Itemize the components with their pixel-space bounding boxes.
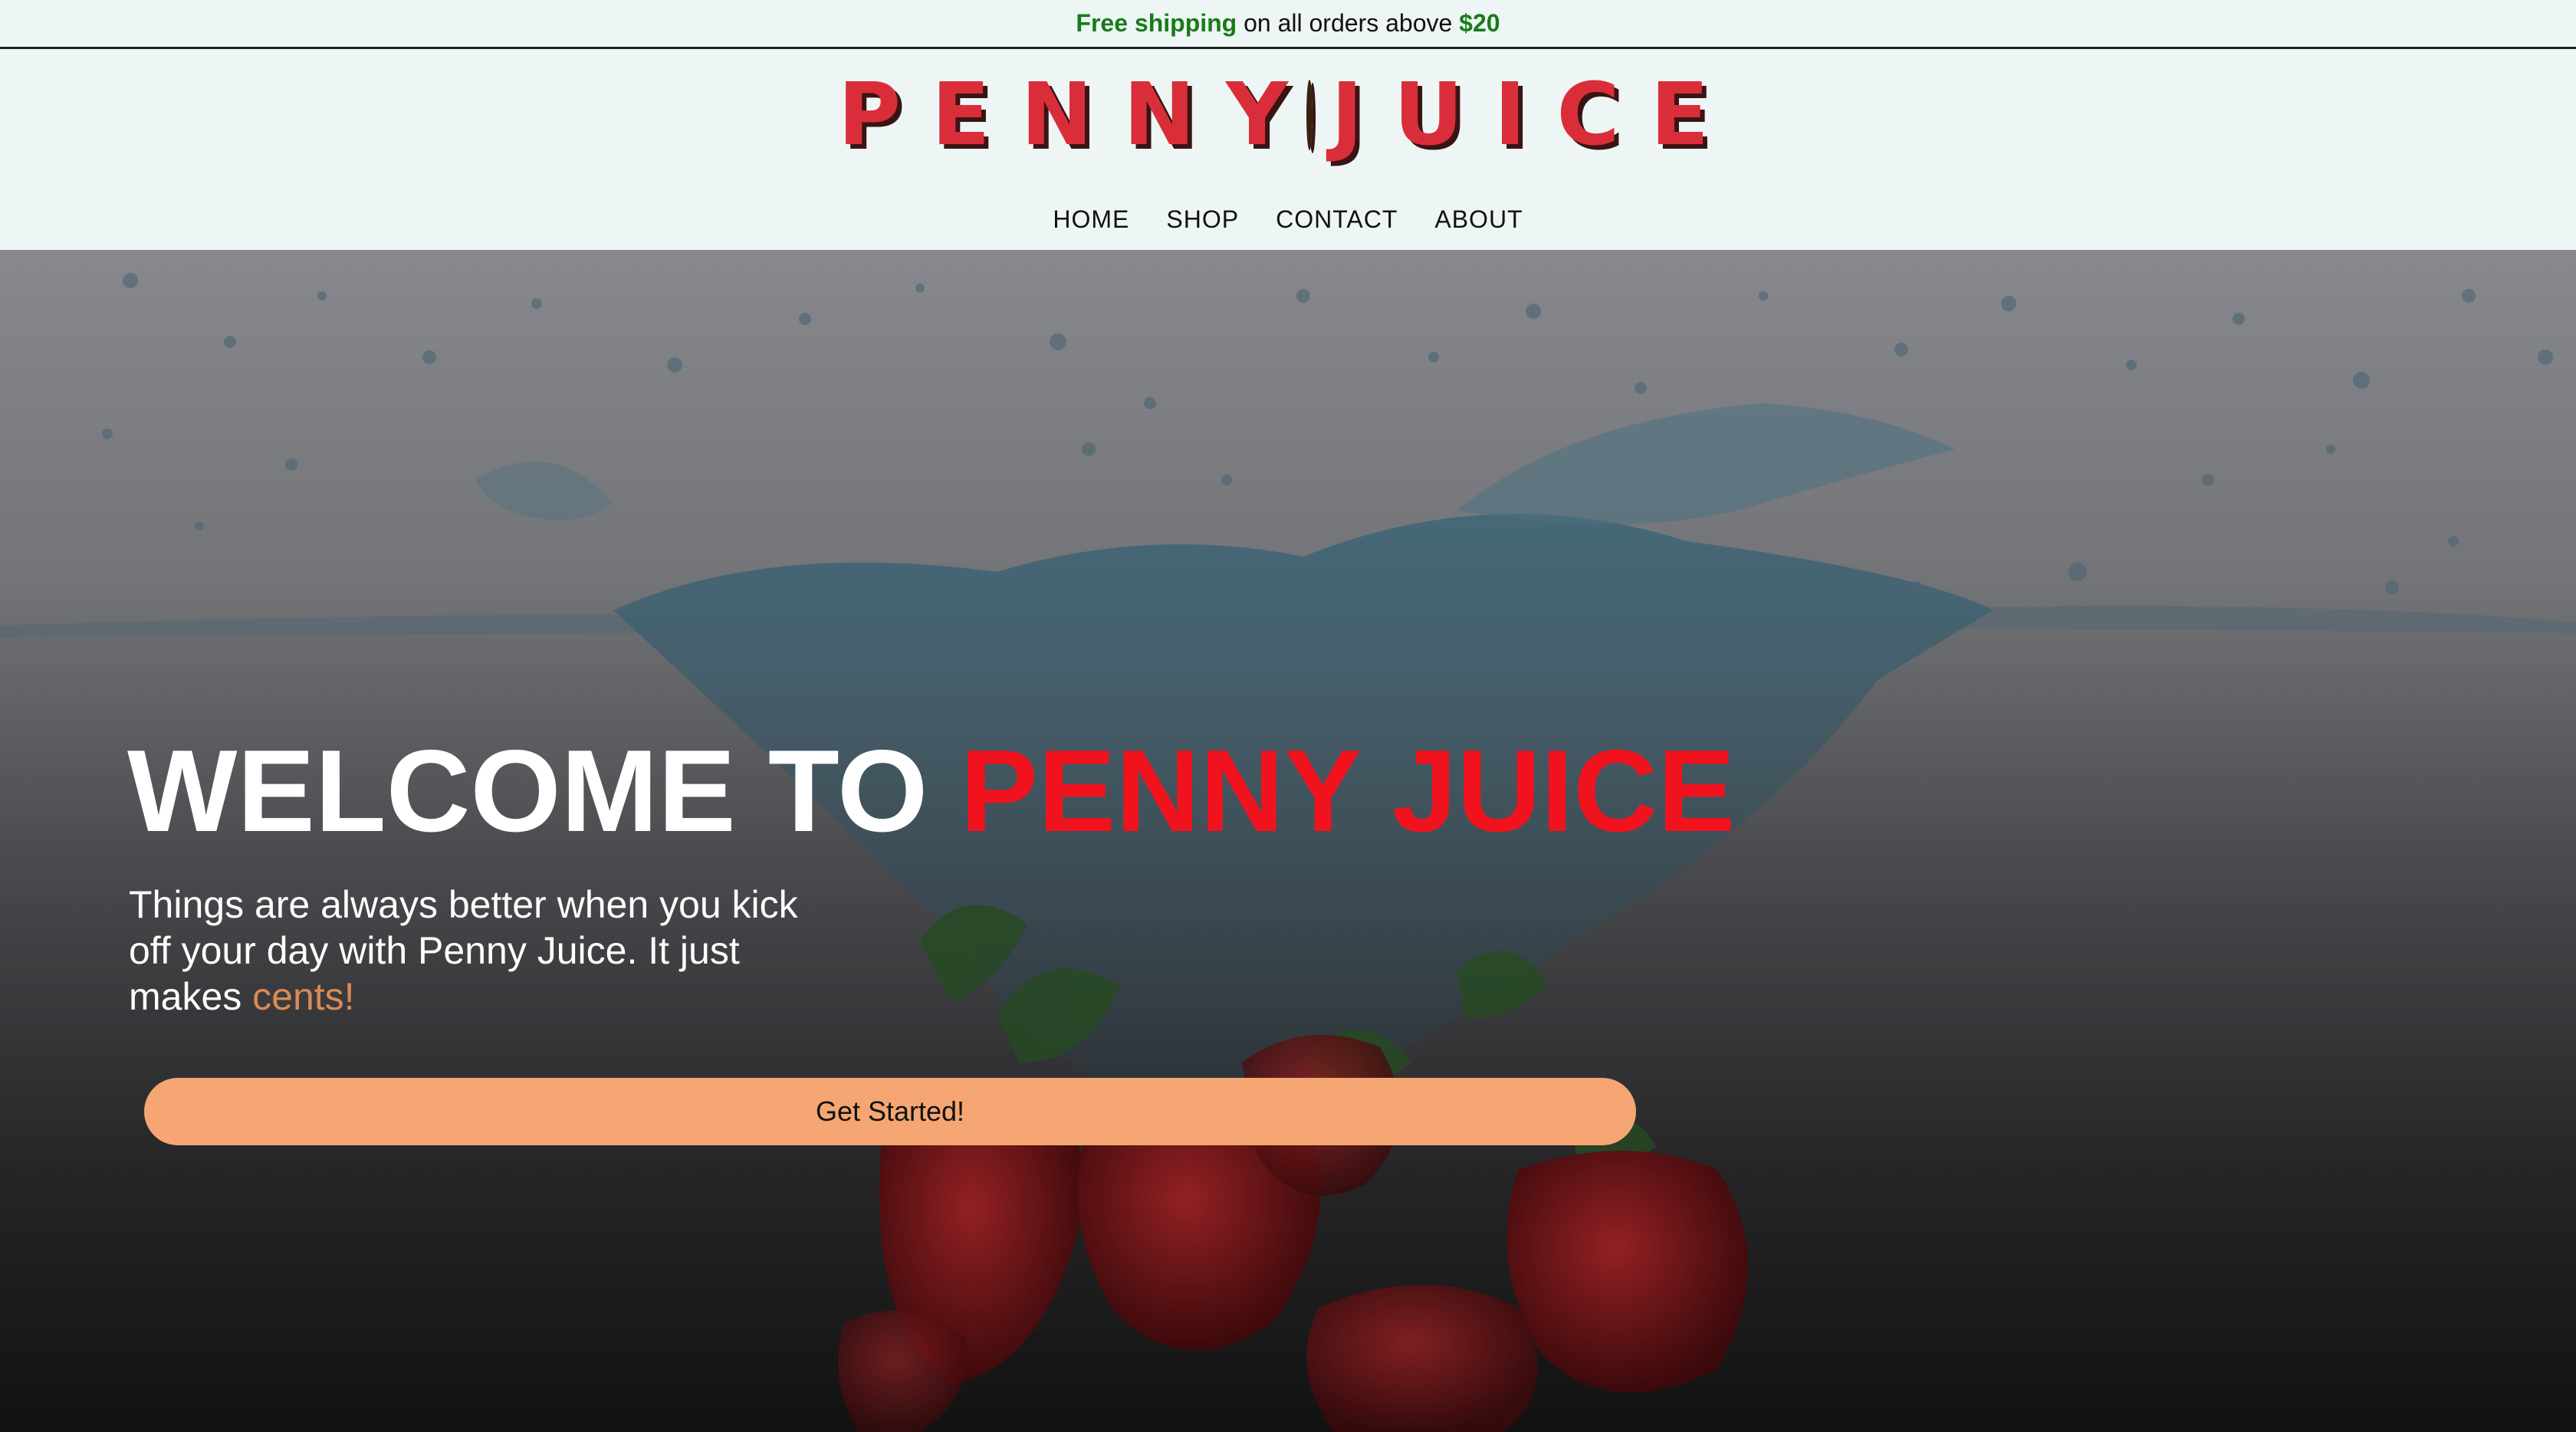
promo-text: on all orders above xyxy=(1244,9,1453,37)
promo-highlight: Free shipping xyxy=(1076,9,1237,37)
logo-word-juice: JUICE xyxy=(1331,65,1740,165)
get-started-button[interactable]: Get Started! xyxy=(144,1078,1636,1145)
site-header: PENNY JUICE HOME SHOP CONTACT ABOUT xyxy=(0,49,2576,250)
nav-item-about[interactable]: ABOUT xyxy=(1434,205,1523,234)
promo-amount: $20 xyxy=(1459,9,1500,37)
hero-title: WELCOME TO PENNY JUICE xyxy=(127,733,1735,849)
hero-section: WELCOME TO PENNY JUICE Things are always… xyxy=(0,250,2576,1432)
hero-subtitle-accent: cents! xyxy=(252,975,355,1018)
hero-subtitle: Things are always better when you kick o… xyxy=(129,882,849,1020)
logo-word-penny: PENNY xyxy=(837,65,1319,165)
hero-subtitle-text: Things are always better when you kick o… xyxy=(129,883,798,1018)
nav-item-shop[interactable]: SHOP xyxy=(1166,205,1239,234)
hero-title-prefix: WELCOME TO xyxy=(127,726,928,856)
nav-item-contact[interactable]: CONTACT xyxy=(1276,205,1398,234)
site-logo[interactable]: PENNY JUICE xyxy=(838,69,1709,161)
nav-item-home[interactable]: HOME xyxy=(1053,205,1129,234)
main-nav: HOME SHOP CONTACT ABOUT xyxy=(0,196,2576,242)
hero-title-brand: PENNY JUICE xyxy=(960,726,1736,856)
promo-bar: Free shipping on all orders above $20 xyxy=(0,0,2576,49)
